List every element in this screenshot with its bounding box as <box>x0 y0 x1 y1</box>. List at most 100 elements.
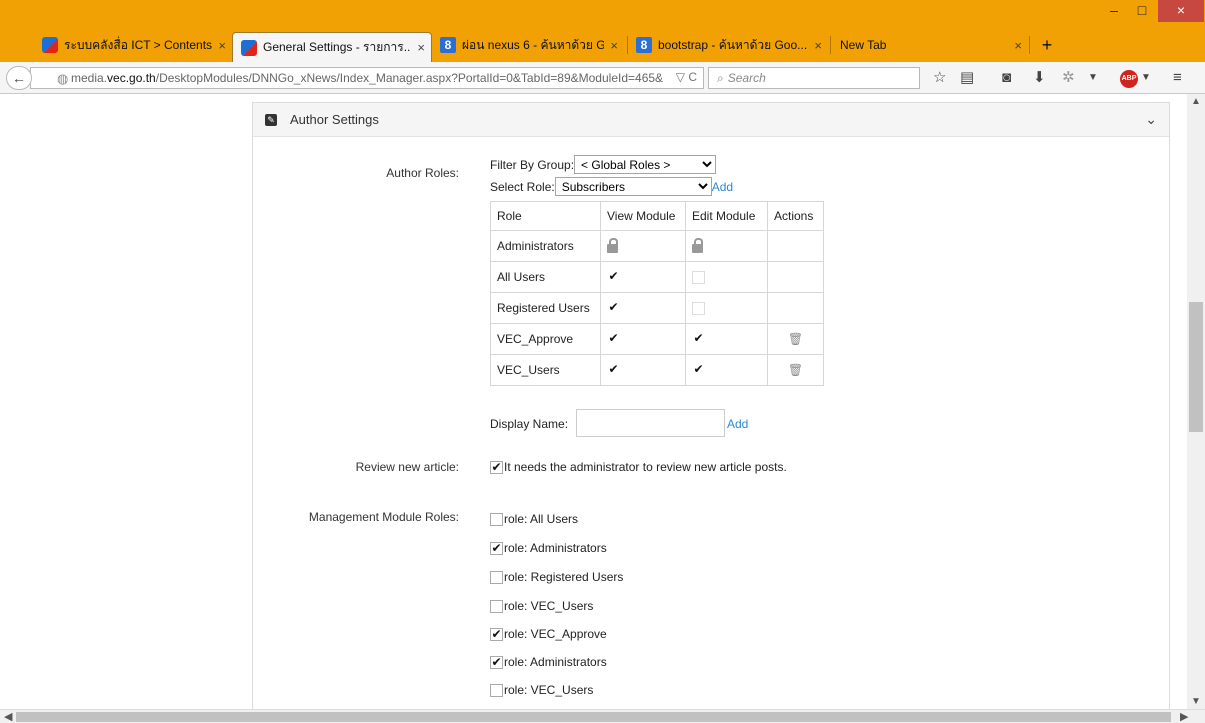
review-article-checkbox[interactable]: ✔ <box>490 460 503 474</box>
dropdown-arrow-icon[interactable]: ▼ <box>1088 70 1098 86</box>
search-icon: ⌕ <box>717 70 724 85</box>
management-role-checkbox[interactable] <box>490 599 503 613</box>
view-checkbox[interactable]: ✔ <box>607 270 620 284</box>
reload-icon[interactable]: ▽ C <box>676 70 697 84</box>
tab-separator <box>1029 36 1030 54</box>
column-header-edit: Edit Module <box>685 201 768 231</box>
table-row: All Users ✔ <box>490 261 824 293</box>
view-checkbox[interactable]: ✔ <box>607 363 620 377</box>
scrollbar-thumb[interactable] <box>16 712 1171 722</box>
display-name-label: Display Name: <box>490 417 569 431</box>
url-bar[interactable]: ◍ media.vec.go.th/DesktopModules/DNNGo_x… <box>30 67 704 89</box>
display-name-input[interactable] <box>576 409 725 437</box>
management-role-text: role: Administrators <box>504 655 607 669</box>
window-close-button[interactable]: × <box>1158 0 1204 22</box>
filter-group-label: Filter By Group: <box>490 157 575 172</box>
url-text: media.vec.go.th/DesktopModules/DNNGo_xNe… <box>71 71 664 85</box>
hamburger-menu-icon[interactable]: ≡ <box>1173 70 1182 86</box>
tab-close-icon[interactable]: × <box>610 38 618 53</box>
edit-permission-cell: ✔ <box>685 354 768 386</box>
tab-label: ผ่อน nexus 6 - ค้นหาด้วย G... <box>462 37 605 52</box>
select-role-select[interactable]: Subscribers <box>554 177 712 196</box>
view-checkbox[interactable]: ✔ <box>607 332 620 346</box>
back-button[interactable]: ← <box>6 66 32 90</box>
management-role-checkbox[interactable] <box>490 512 503 526</box>
view-permission-cell: ✔ <box>600 354 686 386</box>
display-name-add-link[interactable]: Add <box>727 417 748 431</box>
management-role-checkbox[interactable]: ✔ <box>490 541 503 555</box>
trash-icon[interactable]: 🗑 <box>788 332 803 346</box>
edit-permission-cell <box>685 230 768 262</box>
chevron-down-icon[interactable]: ⌄ <box>1145 111 1157 128</box>
review-article-label: Review new article: <box>355 460 459 474</box>
scroll-down-icon[interactable]: ▼ <box>1187 696 1205 707</box>
google-icon: 8 <box>636 37 652 53</box>
tab-close-icon[interactable]: × <box>1014 38 1022 53</box>
actions-cell: 🗑 <box>767 323 824 355</box>
view-permission-cell: ✔ <box>600 261 686 293</box>
tab-close-icon[interactable]: × <box>218 38 226 53</box>
tab-nexus-search[interactable]: 8 ผ่อน nexus 6 - ค้นหาด้วย G... × <box>432 32 624 58</box>
scroll-up-icon[interactable]: ▲ <box>1187 96 1205 107</box>
tab-close-icon[interactable]: × <box>417 40 425 55</box>
management-role-text: role: VEC_Approve <box>504 627 607 641</box>
tab-bootstrap-search[interactable]: 8 bootstrap - ค้นหาด้วย Goo... × <box>628 32 828 58</box>
vertical-scrollbar[interactable]: ▲ ▼ <box>1187 94 1205 709</box>
management-role-item: ✔ role: Administrators <box>490 541 607 555</box>
review-article-option: ✔ It needs the administrator to review n… <box>490 460 787 474</box>
page-viewport: ✎ Author Settings ⌄ Author Roles: Filter… <box>0 94 1187 709</box>
pocket-icon[interactable]: ◙ <box>1002 70 1011 86</box>
minimize-button[interactable]: – <box>1100 0 1128 22</box>
actions-cell: 🗑 <box>767 354 824 386</box>
role-name: VEC_Approve <box>490 323 601 355</box>
bookmark-star-icon[interactable]: ☆ <box>933 70 946 86</box>
management-role-item: role: All Users <box>490 512 578 526</box>
role-name: Administrators <box>490 230 601 262</box>
view-permission-cell <box>600 230 686 262</box>
tab-new-tab[interactable]: New Tab × <box>832 32 1028 58</box>
maximize-button[interactable]: □ <box>1128 0 1156 22</box>
management-role-item: role: Registered Users <box>490 570 623 584</box>
panel-header[interactable]: ✎ Author Settings ⌄ <box>253 103 1169 137</box>
filter-group-row: Filter By Group: < Global Roles > <box>490 155 717 174</box>
add-role-link[interactable]: Add <box>712 180 733 194</box>
management-role-checkbox[interactable] <box>490 570 503 584</box>
management-role-checkbox[interactable]: ✔ <box>490 655 503 669</box>
trash-icon[interactable]: 🗑 <box>788 363 803 377</box>
management-role-item: ✔ role: Administrators <box>490 655 607 669</box>
scroll-right-icon[interactable]: ▶ <box>1180 710 1188 723</box>
tab-label: bootstrap - ค้นหาด้วย Goo... <box>658 37 808 52</box>
edit-checkbox[interactable]: ✔ <box>692 332 705 346</box>
filter-group-select[interactable]: < Global Roles > <box>574 155 717 174</box>
tab-close-icon[interactable]: × <box>814 38 822 53</box>
tab-contents[interactable]: ระบบคลังสื่อ ICT > Contents × <box>34 32 232 58</box>
download-icon[interactable]: ⬇ <box>1033 70 1046 86</box>
search-placeholder: Search <box>727 71 766 85</box>
scrollbar-thumb[interactable] <box>1189 302 1203 432</box>
tab-general-settings[interactable]: General Settings - รายการ... × <box>232 32 432 62</box>
tab-label: ระบบคลังสื่อ ICT > Contents <box>64 37 213 52</box>
management-role-checkbox[interactable] <box>490 683 503 697</box>
author-settings-panel: ✎ Author Settings ⌄ Author Roles: Filter… <box>252 102 1170 709</box>
tab-label: New Tab <box>840 38 887 52</box>
dnn-logo-icon <box>241 39 257 56</box>
new-tab-button[interactable]: + <box>1036 33 1058 57</box>
edit-checkbox[interactable] <box>692 271 705 285</box>
column-header-view: View Module <box>600 201 686 231</box>
horizontal-scrollbar[interactable]: ◀ ▶ <box>0 709 1205 723</box>
adblock-plus-icon[interactable]: ABP <box>1120 70 1138 88</box>
edit-checkbox[interactable] <box>692 302 705 316</box>
select-role-row: Select Role: Subscribers Add <box>490 177 733 196</box>
edit-checkbox[interactable]: ✔ <box>692 363 705 377</box>
panel-title: Author Settings <box>290 112 379 127</box>
management-role-checkbox[interactable]: ✔ <box>490 627 503 641</box>
view-checkbox[interactable]: ✔ <box>607 301 620 315</box>
tab-label: General Settings - รายการ... <box>263 40 412 54</box>
extension-icon[interactable]: ✲ <box>1062 70 1075 86</box>
dropdown-arrow-icon[interactable]: ▼ <box>1141 70 1151 86</box>
view-permission-cell: ✔ <box>600 292 686 324</box>
bookmarks-menu-icon[interactable]: ▤ <box>960 70 974 86</box>
scroll-left-icon[interactable]: ◀ <box>4 710 12 723</box>
search-input[interactable]: ⌕ Search <box>708 67 920 89</box>
management-role-text: role: VEC_Users <box>504 599 594 613</box>
